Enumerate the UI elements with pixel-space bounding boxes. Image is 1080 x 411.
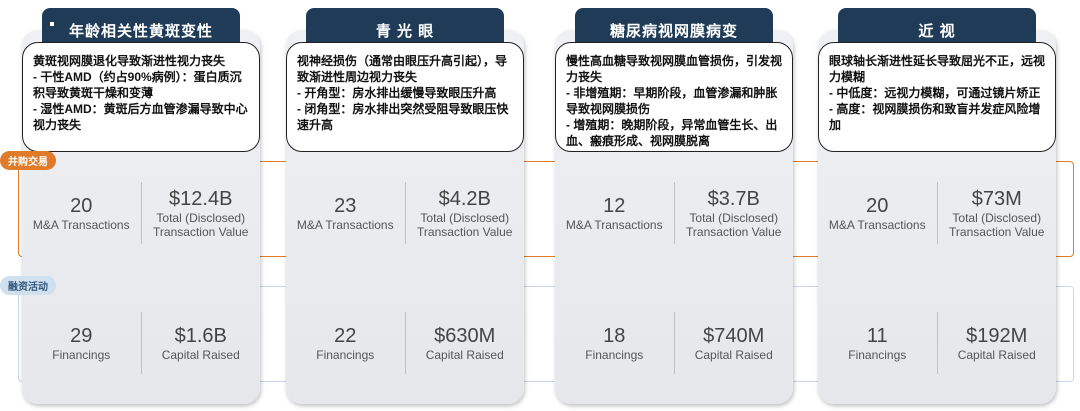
column-myopia: 近 视 眼球轴长渐进性延长导致屈光不正，远视力模糊 - 中低度：远视力模糊，可通… [818,8,1056,404]
ma-count: 23 M&A Transactions [286,194,405,232]
fin-value: $630M Capital Raised [406,324,525,362]
financing-stats: 29 Financings $1.6B Capital Raised [22,303,260,383]
fin-value-amount: $1.6B [174,325,227,347]
ma-stats: 12 M&A Transactions $3.7B Total (Disclos… [555,173,793,253]
fin-value-amount: $192M [966,325,1028,347]
ma-value: $3.7B Total (Disclosed) Transaction Valu… [675,187,794,239]
fin-value-amount: $740M [703,325,765,347]
ma-value-amount: $3.7B [707,188,760,210]
ma-stats: 20 M&A Transactions $73M Total (Disclose… [818,173,1056,253]
ma-count: 20 M&A Transactions [818,194,937,232]
ma-section-tag: 并购交易 [0,151,56,170]
desc-line: 眼球轴长渐进性延长导致屈光不正，远视力模糊 [829,54,1046,84]
ma-value-amount: $12.4B [169,188,233,210]
ma-count: 20 M&A Transactions [22,194,141,232]
header-marker [50,22,54,26]
ma-value-amount: $73M [971,188,1022,210]
desc-line: - 增殖期：晚期阶段，异常血管生长、出血、瘢痕形成、视网膜脱离 [566,118,778,148]
ma-value-label: Total (Disclosed) Transaction Value [686,211,782,239]
fin-value-label: Capital Raised [694,348,773,362]
ma-value: $12.4B Total (Disclosed) Transaction Val… [142,187,261,239]
desc-line: - 中低度：远视力模糊，可通过镜片矫正 [829,86,1041,100]
description-box: 眼球轴长渐进性延长导致屈光不正，远视力模糊 - 中低度：远视力模糊，可通过镜片矫… [818,42,1056,152]
description-box: 视神经损伤（通常由眼压升高引起），导致渐进性周边视力丧失 - 开角型：房水排出缓… [286,42,524,152]
fin-count-label: Financings [316,348,375,362]
fin-value: $192M Capital Raised [938,324,1057,362]
desc-line: 黄斑视网膜退化导致渐进性视力丧失 [33,54,226,68]
fin-count-label: Financings [848,348,907,362]
desc-line: 慢性高血糖导致视网膜血管损伤，引发视力丧失 [566,54,783,84]
desc-line: - 闭角型：房水排出突然受阻导致眼压快速升高 [297,102,509,132]
description-box: 慢性高血糖导致视网膜血管损伤，引发视力丧失 - 非增殖期：早期阶段，血管渗漏和肿… [555,42,793,152]
desc-line: - 开角型：房水排出缓慢导致眼压升高 [297,86,497,100]
financing-stats: 22 Financings $630M Capital Raised [286,303,524,383]
ma-count-label: M&A Transactions [296,218,394,232]
fin-count-value: 18 [603,325,626,347]
ma-value-label: Total (Disclosed) Transaction Value [153,211,249,239]
ma-count-label: M&A Transactions [828,218,926,232]
fin-count: 11 Financings [818,324,937,362]
ma-value-label: Total (Disclosed) Transaction Value [417,211,513,239]
ma-count-label: M&A Transactions [32,218,130,232]
fin-value: $740M Capital Raised [675,324,794,362]
ma-value-label: Total (Disclosed) Transaction Value [949,211,1045,239]
ma-count-label: M&A Transactions [565,218,663,232]
fin-value-label: Capital Raised [161,348,240,362]
financing-stats: 18 Financings $740M Capital Raised [555,303,793,383]
column-glaucoma: 青 光 眼 视神经损伤（通常由眼压升高引起），导致渐进性周边视力丧失 - 开角型… [286,8,524,404]
desc-line: - 高度：视网膜损伤和致盲并发症风险增加 [829,102,1041,132]
desc-line: - 非增殖期：早期阶段，血管渗漏和肿胀导致视网膜损伤 [566,86,778,116]
fin-count-value: 22 [334,325,357,347]
ma-value: $4.2B Total (Disclosed) Transaction Valu… [406,187,525,239]
fin-count-label: Financings [52,348,111,362]
desc-line: - 湿性AMD：黄斑后方血管渗漏导致中心视力丧失 [33,102,248,132]
fin-count-value: 29 [70,325,93,347]
desc-line: - 干性AMD（约占90%病例）：蛋白质沉积导致黄斑干燥和变薄 [33,70,242,100]
fin-value-label: Capital Raised [425,348,504,362]
ma-value: $73M Total (Disclosed) Transaction Value [938,187,1057,239]
ma-stats: 20 M&A Transactions $12.4B Total (Disclo… [22,173,260,253]
description-box: 黄斑视网膜退化导致渐进性视力丧失 - 干性AMD（约占90%病例）：蛋白质沉积导… [22,42,260,152]
financing-section-tag: 融资活动 [0,276,56,295]
ma-value-amount: $4.2B [438,188,491,210]
ma-count-value: 20 [70,195,93,217]
ma-count-value: 23 [334,195,357,217]
ma-count-value: 20 [866,195,889,217]
fin-count-value: 11 [866,325,888,347]
fin-value-label: Capital Raised [957,348,1036,362]
fin-count-label: Financings [585,348,644,362]
fin-count: 18 Financings [555,324,674,362]
fin-count: 22 Financings [286,324,405,362]
ma-stats: 23 M&A Transactions $4.2B Total (Disclos… [286,173,524,253]
financing-stats: 11 Financings $192M Capital Raised [818,303,1056,383]
column-diabetic-retinopathy: 糖尿病视网膜病变 慢性高血糖导致视网膜血管损伤，引发视力丧失 - 非增殖期：早期… [555,8,793,404]
fin-count: 29 Financings [22,324,141,362]
fin-value-amount: $630M [434,325,496,347]
ma-count: 12 M&A Transactions [555,194,674,232]
fin-value: $1.6B Capital Raised [142,324,261,362]
desc-line: 视神经损伤（通常由眼压升高引起），导致渐进性周边视力丧失 [297,54,508,84]
ma-count-value: 12 [603,195,626,217]
column-amd: 年龄相关性黄斑变性 黄斑视网膜退化导致渐进性视力丧失 - 干性AMD（约占90%… [22,8,260,404]
